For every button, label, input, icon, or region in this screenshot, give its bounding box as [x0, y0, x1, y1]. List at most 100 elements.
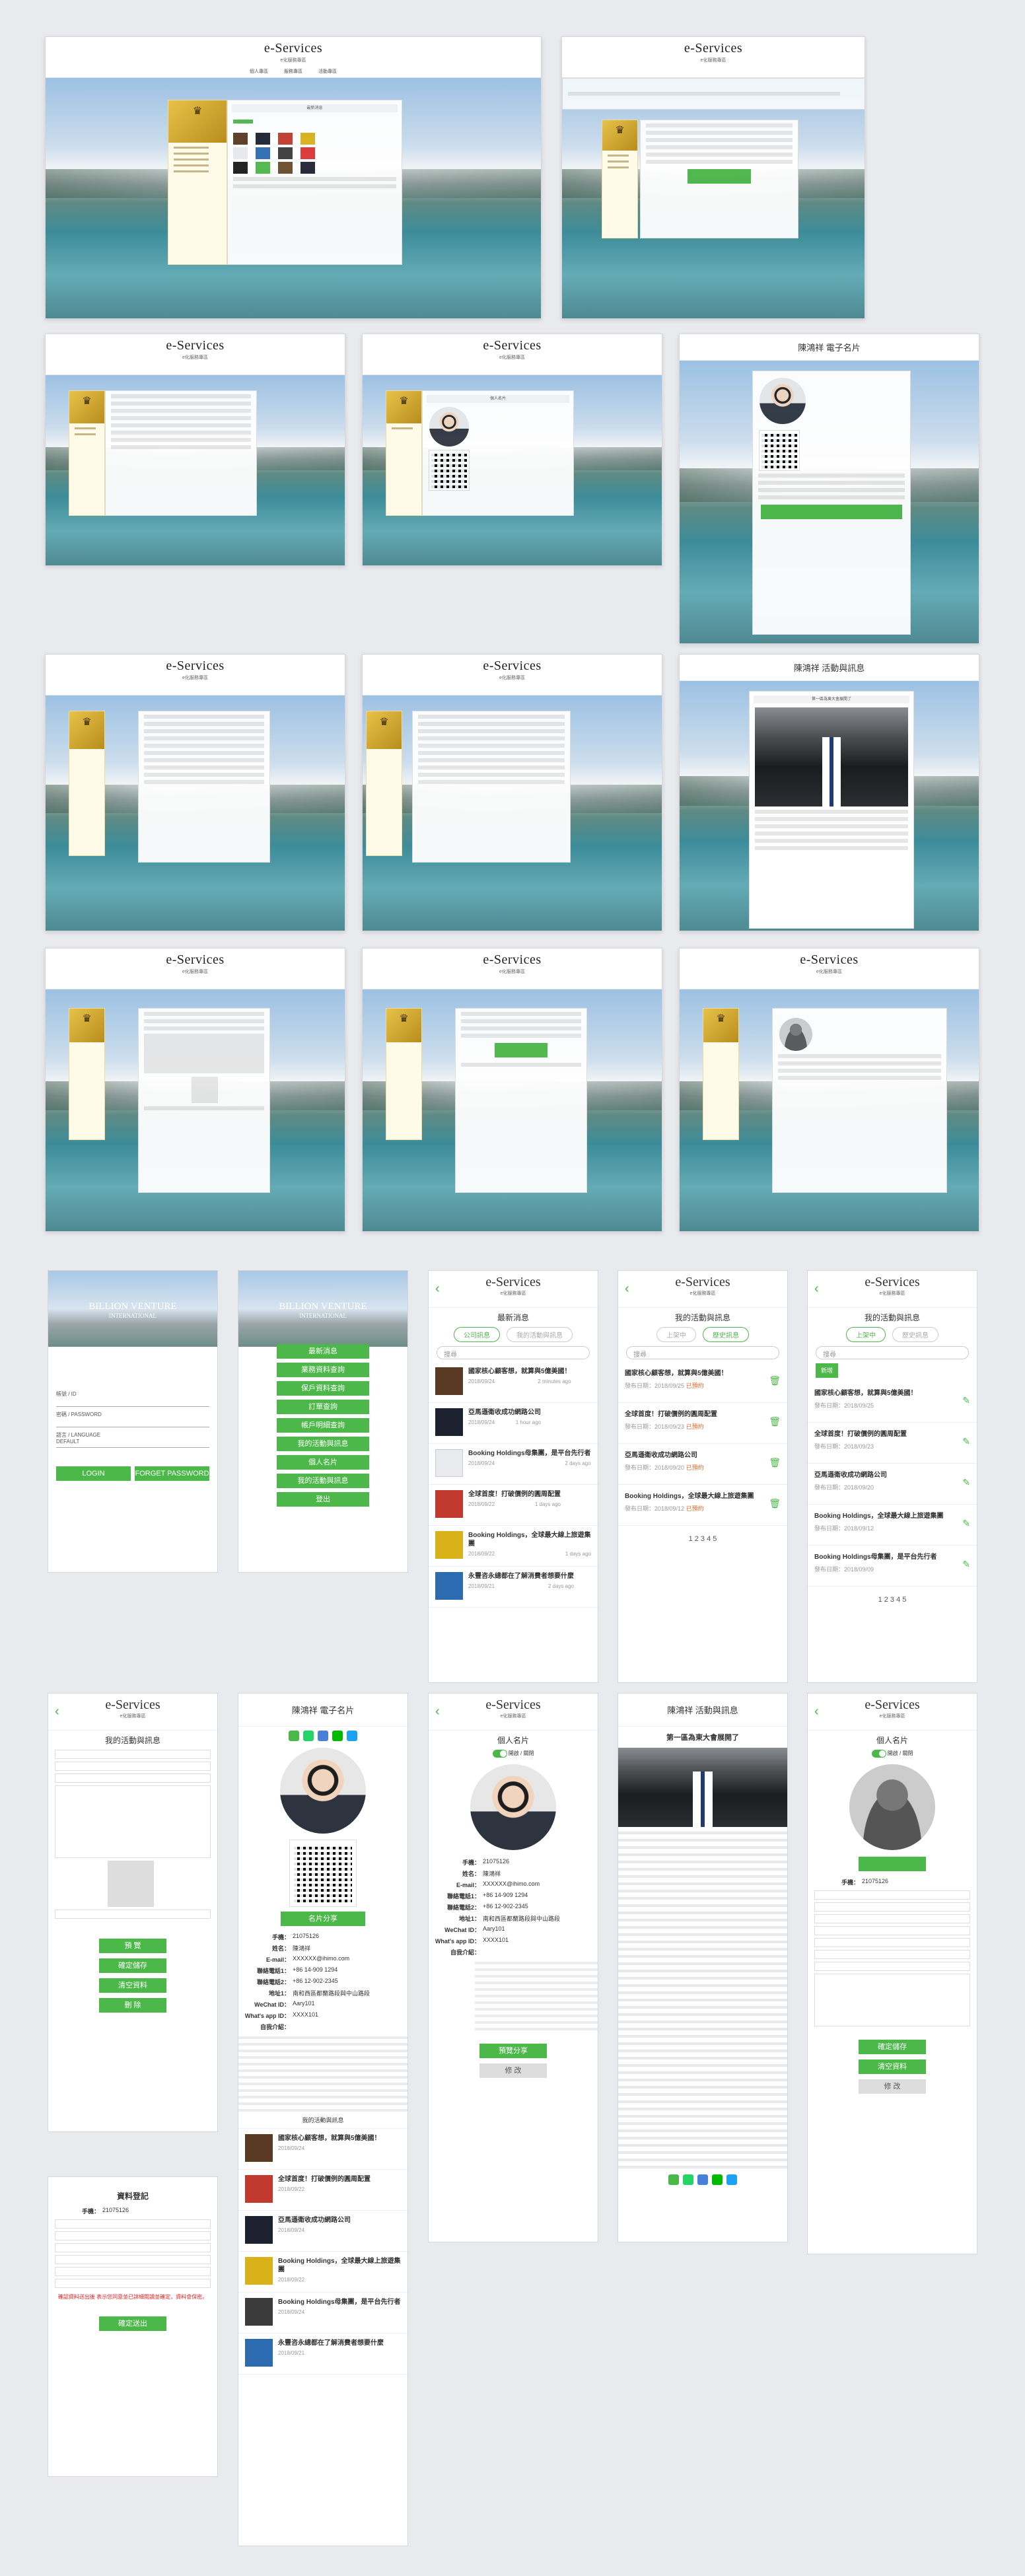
- list-item[interactable]: 國家核心顧客想，就算與5億美國！ 2018/09/24: [238, 2129, 407, 2170]
- list-item[interactable]: Booking Holdings，全球最大線上旅遊集團 2018/09/22 1 d…: [429, 1526, 598, 1567]
- tel2-field[interactable]: [814, 1926, 970, 1935]
- text-field[interactable]: [55, 1750, 211, 1759]
- pagination[interactable]: 1 2 3 4 5: [618, 1535, 787, 1543]
- search-input[interactable]: 搜尋: [437, 1346, 590, 1359]
- addr-field[interactable]: [814, 1938, 970, 1947]
- back-icon[interactable]: ‹: [55, 1704, 59, 1719]
- search-input[interactable]: 搜尋: [626, 1346, 779, 1359]
- list-item[interactable]: 亞馬遜衛收成功網路公司 2018/09/24: [238, 2211, 407, 2252]
- logo[interactable]: e-Services: [46, 952, 345, 968]
- textarea[interactable]: [55, 1785, 211, 1858]
- back-icon[interactable]: ‹: [435, 1281, 440, 1297]
- tel-field[interactable]: [55, 2243, 211, 2252]
- whatsapp-icon[interactable]: [303, 1731, 314, 1741]
- edit-button[interactable]: 修 改: [479, 2063, 548, 2078]
- logo[interactable]: e-Services: [46, 659, 345, 674]
- trash-icon[interactable]: 🗑: [769, 1375, 781, 1386]
- search-input[interactable]: 搜尋: [816, 1346, 969, 1359]
- list-item[interactable]: Booking Holdings，全球最大線上旅遊集團 2018/09/22: [238, 2252, 407, 2293]
- pagination[interactable]: 1 2 3 4 5: [808, 1596, 977, 1604]
- visibility-toggle[interactable]: [871, 1750, 886, 1758]
- clear-button[interactable]: 清空資料: [858, 2059, 927, 2074]
- tab-history[interactable]: 歷史訊息: [703, 1327, 749, 1342]
- save-button[interactable]: 確定儲存: [98, 1958, 167, 1973]
- submit-button[interactable]: [688, 169, 751, 184]
- tel1-field[interactable]: [814, 1914, 970, 1923]
- menu-item[interactable]: 個人名片: [276, 1455, 370, 1470]
- add-button[interactable]: 新增: [816, 1363, 838, 1378]
- whatsapp-field[interactable]: [814, 1962, 970, 1971]
- list-item[interactable]: 國家核心顧客想，就算與5億美國！ 2018/09/24 2 minutes ago: [429, 1362, 598, 1403]
- list-item[interactable]: Booking Holdings母集團，是平台先行者 2018/09/24 2 da…: [429, 1444, 598, 1485]
- password-field[interactable]: 密碼 / PASSWORD: [56, 1411, 209, 1427]
- logo[interactable]: e-Services: [680, 952, 979, 968]
- nav-item[interactable]: 服務專區: [284, 69, 302, 74]
- nav-item[interactable]: 活動專區: [318, 69, 337, 74]
- tab-company[interactable]: 公司訊息: [454, 1327, 500, 1342]
- cancel-button[interactable]: 修 改: [858, 2079, 927, 2094]
- logo[interactable]: e-Services: [46, 41, 541, 56]
- list-item[interactable]: 亞馬遜衛收成功網路公司 發布日期：2018/09/20 ✎: [808, 1464, 977, 1505]
- menu-item[interactable]: 業務資料查詢: [276, 1363, 370, 1377]
- text-field[interactable]: [55, 1773, 211, 1783]
- edit-icon[interactable]: ✎: [962, 1518, 970, 1529]
- date-field[interactable]: [55, 2267, 211, 2276]
- list-item[interactable]: 全球首度！打破價例的圓周配置 發布日期：2018/09/23 已預約 🗑: [618, 1403, 787, 1444]
- option-field[interactable]: [55, 2279, 211, 2288]
- link-icon[interactable]: [347, 1731, 357, 1741]
- menu-item[interactable]: 訂單查詢: [276, 1400, 370, 1414]
- skype-icon[interactable]: [697, 2174, 708, 2185]
- tab-my-activity[interactable]: 我的活動與訊息: [507, 1327, 573, 1342]
- list-item[interactable]: Booking Holdings母集團，是平台先行者 2018/09/24: [238, 2293, 407, 2334]
- edit-icon[interactable]: ✎: [962, 1559, 970, 1570]
- text-field[interactable]: [55, 1762, 211, 1771]
- save-button[interactable]: [495, 1043, 548, 1057]
- language-select[interactable]: 語言 / LANGUAGE DEFAULT: [56, 1431, 209, 1448]
- line-icon[interactable]: [712, 2174, 723, 2185]
- email-field[interactable]: [55, 2231, 211, 2240]
- wechat-field[interactable]: [814, 1950, 970, 1959]
- menu-item[interactable]: 最新消息: [276, 1344, 370, 1359]
- clear-button[interactable]: 清空資料: [98, 1978, 167, 1993]
- logo[interactable]: e-Services: [363, 952, 662, 968]
- edit-icon[interactable]: ✎: [962, 1436, 970, 1447]
- menu-item[interactable]: 帳戶明細查詢: [276, 1418, 370, 1433]
- logo[interactable]: e-Services: [363, 338, 662, 353]
- account-field[interactable]: 帳號 / ID: [56, 1390, 209, 1407]
- menu-item[interactable]: 我的活動與訊息: [276, 1437, 370, 1451]
- list-item[interactable]: Booking Holdings，全球最大線上旅遊集團 發布日期：2018/09/…: [808, 1505, 977, 1546]
- logout-button[interactable]: 登出: [276, 1492, 370, 1507]
- menu-item[interactable]: 我的活動與訊息: [276, 1474, 370, 1488]
- line-icon[interactable]: [332, 1731, 343, 1741]
- list-item[interactable]: 全球首度！打破價例的圓周配置 2018/09/22: [238, 2170, 407, 2211]
- submit-button[interactable]: 確定送出: [98, 2316, 167, 2331]
- edit-icon[interactable]: ✎: [962, 1477, 970, 1488]
- back-icon[interactable]: ‹: [814, 1281, 819, 1297]
- list-item[interactable]: 國家核心顧客想，就算與5億美國！ 發布日期：2018/09/25 ✎: [808, 1382, 977, 1423]
- wechat-icon[interactable]: [668, 2174, 679, 2185]
- intro-field[interactable]: [814, 1974, 970, 2026]
- logo[interactable]: e-Services: [562, 41, 865, 56]
- login-button[interactable]: LOGIN: [56, 1466, 131, 1481]
- list-item[interactable]: 亞馬遜衛收成功網路公司 2018/09/24 1 hour ago: [429, 1403, 598, 1444]
- list-item[interactable]: 亞馬遜衛收成功網路公司 發布日期：2018/09/20 已預約 🗑: [618, 1444, 787, 1485]
- list-item[interactable]: 全球首度！打破價例的圓周配置 2018/09/22 1 days ago: [429, 1485, 598, 1526]
- wechat-icon[interactable]: [289, 1731, 299, 1741]
- save-share-button[interactable]: 名片分享: [281, 1912, 365, 1926]
- tab-history[interactable]: 歷史訊息: [892, 1327, 938, 1342]
- preview-share-button[interactable]: 預覽分享: [479, 2044, 548, 2058]
- back-icon[interactable]: ‹: [814, 1704, 819, 1719]
- list-item[interactable]: 國家核心顧客想，就算與5億美國！ 發布日期：2018/09/25 已預約 🗑: [618, 1362, 787, 1403]
- trash-icon[interactable]: 🗑: [769, 1457, 781, 1468]
- whatsapp-icon[interactable]: [683, 2174, 693, 2185]
- back-icon[interactable]: ‹: [625, 1281, 629, 1297]
- list-item[interactable]: 全球首度！打破價例的圓周配置 發布日期：2018/09/23 ✎: [808, 1423, 977, 1464]
- trash-icon[interactable]: 🗑: [769, 1416, 781, 1427]
- preview-button[interactable]: 預 覽: [98, 1939, 167, 1953]
- save-button[interactable]: 確定儲存: [858, 2040, 927, 2054]
- upload-button[interactable]: [858, 1857, 927, 1871]
- nav-item[interactable]: 個人專區: [250, 69, 268, 74]
- list-item[interactable]: 永豐咨永總都在了解消費者想要什麼 2018/09/21 2 days ago: [429, 1567, 598, 1608]
- name-field[interactable]: [55, 2219, 211, 2229]
- logo[interactable]: e-Services: [363, 659, 662, 674]
